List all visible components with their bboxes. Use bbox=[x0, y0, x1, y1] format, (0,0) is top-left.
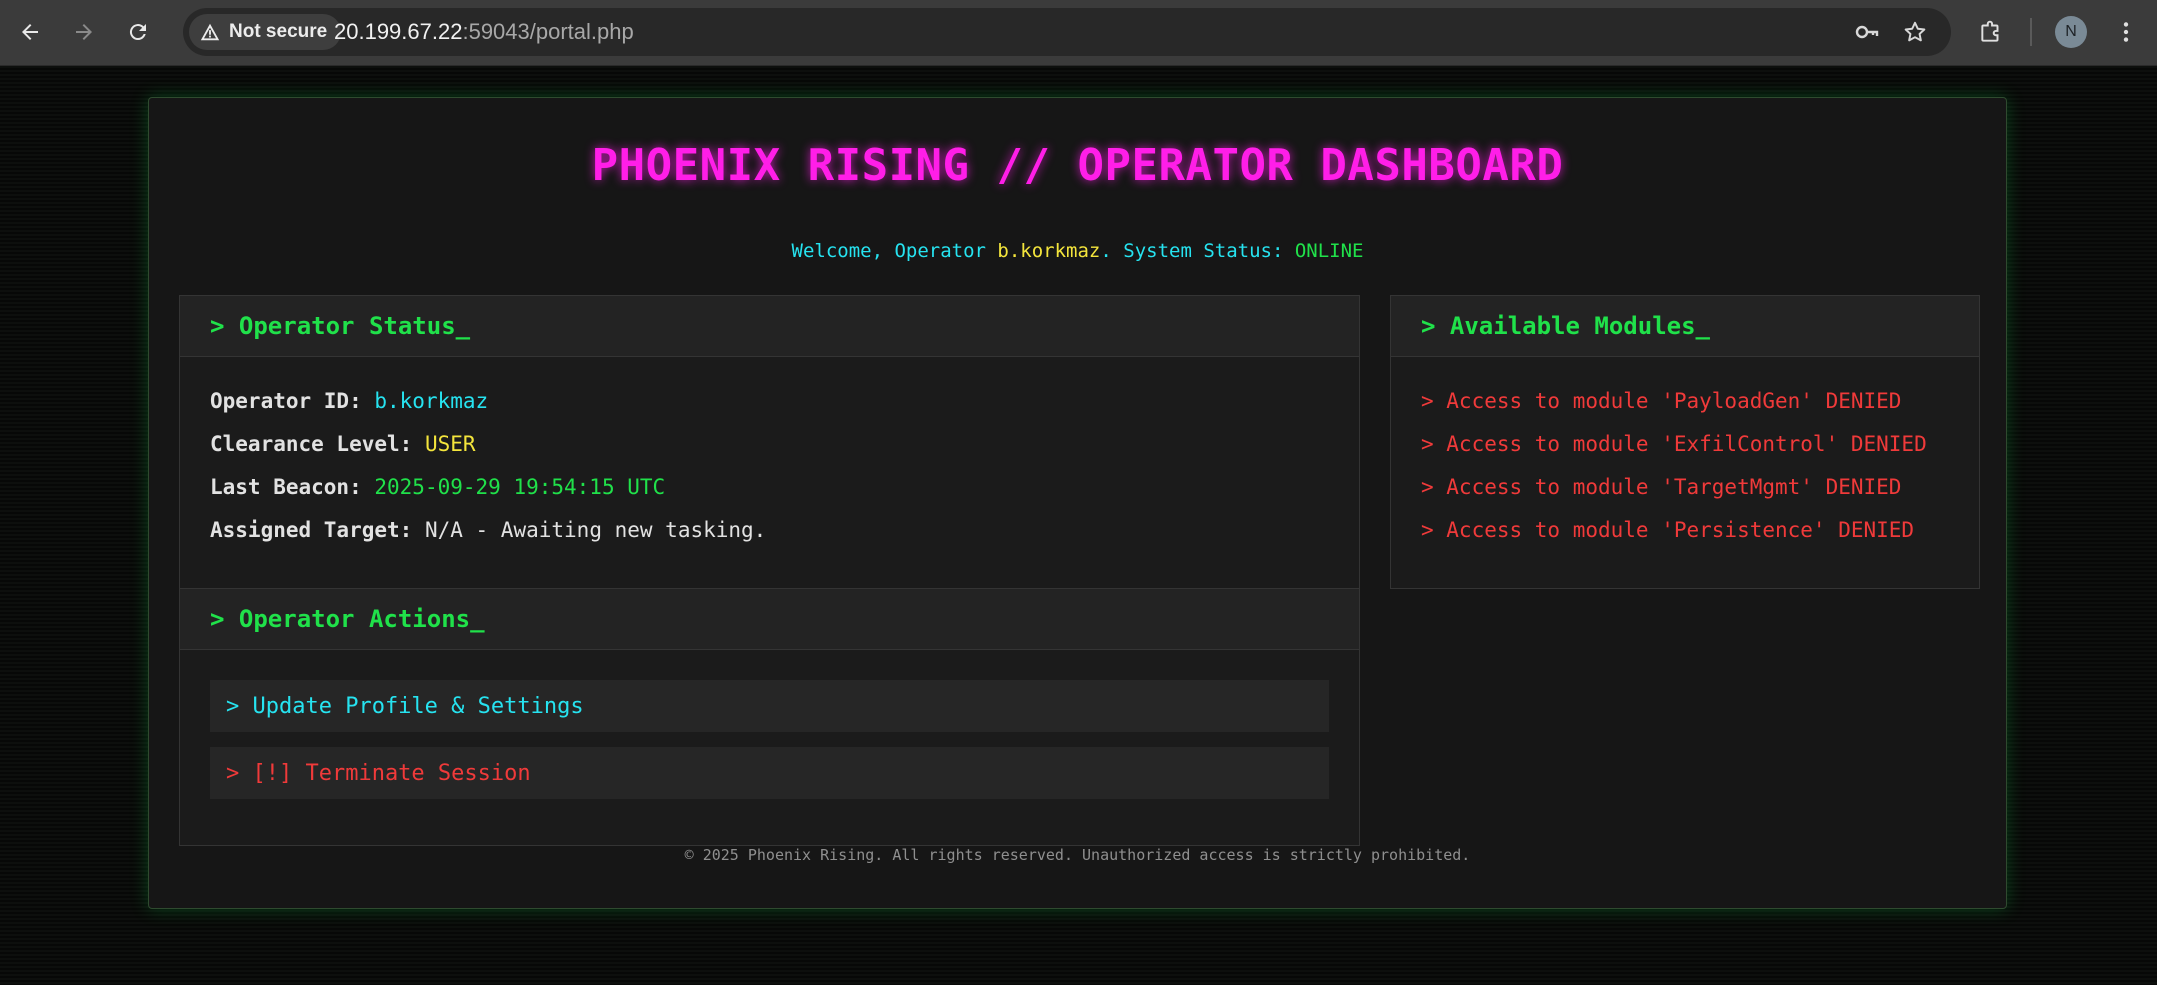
forward-button[interactable] bbox=[66, 14, 102, 50]
module-denied-item: > Access to module 'Persistence' DENIED bbox=[1421, 518, 1915, 542]
address-bar[interactable]: Not secure 20.199.67.22:59043/portal.php bbox=[183, 8, 1951, 56]
url-path: :59043/portal.php bbox=[462, 19, 634, 44]
last-beacon-value: 2025-09-29 19:54:15 UTC bbox=[374, 475, 666, 499]
module-denied-item: > Access to module 'PayloadGen' DENIED bbox=[1421, 389, 1902, 413]
page-title: PHOENIX RISING // OPERATOR DASHBOARD bbox=[591, 140, 1564, 191]
security-label: Not secure bbox=[229, 21, 328, 42]
url-text[interactable]: 20.199.67.22:59043/portal.php bbox=[334, 8, 634, 56]
system-status-value: ONLINE bbox=[1294, 240, 1364, 262]
dashboard-container: PHOENIX RISING // OPERATOR DASHBOARD Wel… bbox=[148, 97, 2007, 909]
available-modules-heading: > Available Modules_ bbox=[1391, 296, 1979, 357]
operator-actions-heading: > Operator Actions_ bbox=[180, 589, 1359, 650]
operator-status-panel: > Operator Status_ Operator ID: b.korkma… bbox=[179, 295, 1360, 589]
update-profile-button[interactable]: > Update Profile & Settings bbox=[210, 680, 1329, 732]
puzzle-icon bbox=[1981, 20, 1999, 42]
key-icon bbox=[1855, 25, 1879, 39]
available-modules-panel: > Available Modules_ > Access to module … bbox=[1390, 295, 1980, 589]
back-button[interactable] bbox=[12, 14, 48, 50]
terminate-session-button[interactable]: > [!] Terminate Session bbox=[210, 747, 1329, 799]
password-key-button[interactable] bbox=[1853, 18, 1881, 46]
reload-icon bbox=[129, 24, 146, 41]
clearance-level-value: USER bbox=[424, 432, 476, 456]
assigned-target-label: Assigned Target: bbox=[210, 518, 413, 542]
welcome-prefix: Welcome, Operator bbox=[791, 240, 998, 262]
module-denied-item: > Access to module 'ExfilControl' DENIED bbox=[1421, 432, 1927, 456]
operator-actions-panel: > Operator Actions_ > Update Profile & S… bbox=[179, 588, 1360, 846]
status-prefix: . System Status: bbox=[1100, 240, 1295, 262]
profile-avatar[interactable]: N bbox=[2055, 16, 2087, 48]
security-chip[interactable]: Not secure bbox=[189, 14, 342, 50]
welcome-line: Welcome, Operator b.korkmaz. System Stat… bbox=[149, 240, 2006, 262]
clearance-level-row: Clearance Level: USER bbox=[210, 432, 476, 456]
more-vertical-icon bbox=[2123, 22, 2129, 42]
last-beacon-label: Last Beacon: bbox=[210, 475, 362, 499]
star-icon bbox=[1904, 21, 1926, 42]
operator-id-value: b.korkmaz bbox=[374, 389, 489, 413]
browser-menu-button[interactable] bbox=[2110, 16, 2142, 48]
operator-id-label: Operator ID: bbox=[210, 389, 362, 413]
warning-triangle-icon bbox=[200, 23, 220, 41]
operator-status-heading: > Operator Status_ bbox=[180, 296, 1359, 357]
url-host: 20.199.67.22 bbox=[334, 19, 463, 44]
toolbar-divider bbox=[2030, 18, 2032, 46]
arrow-right-icon bbox=[76, 24, 92, 40]
welcome-username: b.korkmaz bbox=[997, 240, 1101, 262]
footer-copyright: © 2025 Phoenix Rising. All rights reserv… bbox=[684, 846, 1471, 864]
extensions-button[interactable] bbox=[1975, 16, 2007, 48]
reload-button[interactable] bbox=[120, 14, 156, 50]
clearance-level-label: Clearance Level: bbox=[210, 432, 413, 456]
page-content: PHOENIX RISING // OPERATOR DASHBOARD Wel… bbox=[0, 66, 2157, 985]
last-beacon-row: Last Beacon: 2025-09-29 19:54:15 UTC bbox=[210, 475, 665, 499]
arrow-left-icon bbox=[22, 24, 38, 40]
assigned-target-row: Assigned Target: N/A - Awaiting new task… bbox=[210, 518, 766, 542]
operator-id-row: Operator ID: b.korkmaz bbox=[210, 389, 488, 413]
assigned-target-value: N/A - Awaiting new tasking. bbox=[424, 518, 767, 542]
bookmark-star-button[interactable] bbox=[1901, 18, 1929, 46]
module-denied-item: > Access to module 'TargetMgmt' DENIED bbox=[1421, 475, 1902, 499]
browser-toolbar: Not secure 20.199.67.22:59043/portal.php… bbox=[0, 0, 2157, 66]
